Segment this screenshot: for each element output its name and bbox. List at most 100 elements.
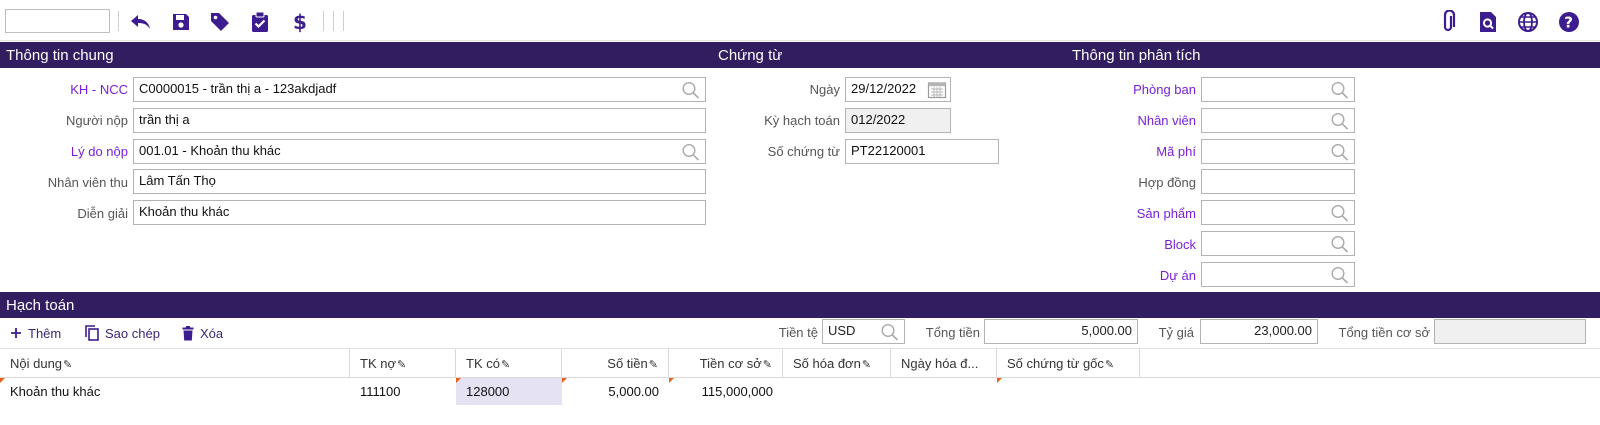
rate-value: 23,000.00 <box>1254 323 1312 338</box>
cell-credit-account[interactable]: 128000 <box>456 378 562 405</box>
search-icon[interactable] <box>681 143 701 161</box>
payer-label: Người nộp <box>65 113 128 128</box>
product-field[interactable] <box>1201 200 1355 225</box>
product-label[interactable]: Sản phẩm <box>1100 206 1196 221</box>
payer-value: trần thị a <box>139 112 190 127</box>
employee-field[interactable] <box>1201 108 1355 133</box>
customer-field[interactable]: C0000015 - trần thị a - 123akdjadf <box>133 77 706 102</box>
collector-field[interactable]: Lâm Tấn Thọ <box>133 169 706 194</box>
column-header-label: Nội dung <box>10 356 63 371</box>
search-icon[interactable] <box>1330 235 1350 253</box>
copy-button[interactable]: Sao chép <box>85 322 160 344</box>
calendar-icon[interactable] <box>927 80 947 99</box>
date-label: Ngày <box>809 82 840 97</box>
description-field[interactable]: Khoản thu khác <box>133 200 706 225</box>
search-icon[interactable] <box>681 81 701 99</box>
edit-icon: ✎ <box>1104 359 1115 371</box>
tag-icon[interactable] <box>207 9 233 35</box>
cell-amount[interactable]: 5,000.00 <box>562 378 669 405</box>
column-header[interactable]: TK có✎ <box>456 349 562 378</box>
section-title-general: Thông tin chung <box>6 47 114 64</box>
dollar-icon[interactable]: $ <box>286 9 312 35</box>
employee-label[interactable]: Nhân viên <box>1100 113 1196 128</box>
rate-field[interactable]: 23,000.00 <box>1200 319 1318 344</box>
cell-invoice-number[interactable] <box>783 378 891 405</box>
accounting-section-bar: Hạch toán <box>0 292 1600 318</box>
voucher-number-field[interactable]: PT22120001 <box>845 139 999 164</box>
date-field[interactable]: 29/12/2022 <box>845 77 951 102</box>
cell-value: 111100 <box>360 384 401 399</box>
total-value: 5,000.00 <box>1081 323 1132 338</box>
column-header[interactable]: Nội dung✎ <box>0 349 350 378</box>
base-total-field <box>1434 319 1586 344</box>
block-label[interactable]: Block <box>1100 237 1196 252</box>
cell-source-document[interactable] <box>997 378 1140 405</box>
cell-base-amount[interactable]: 115,000,000 <box>669 378 783 405</box>
contract-label: Hợp đồng <box>1138 175 1196 190</box>
required-marker <box>997 378 1002 383</box>
description-value: Khoản thu khác <box>139 204 230 219</box>
fee-code-label[interactable]: Mã phí <box>1100 144 1196 159</box>
required-marker <box>456 378 461 383</box>
department-field[interactable] <box>1201 77 1355 102</box>
search-icon[interactable] <box>880 323 900 341</box>
column-header-label: Số chứng từ gốc <box>1007 356 1104 371</box>
fee-code-field[interactable] <box>1201 139 1355 164</box>
column-header[interactable]: Số chứng từ gốc✎ <box>997 349 1140 378</box>
column-header[interactable]: Số tiền✎ <box>562 349 669 378</box>
reason-label[interactable]: Lý do nộp <box>40 144 128 159</box>
project-label[interactable]: Dự án <box>1100 268 1196 283</box>
project-field[interactable] <box>1201 262 1355 287</box>
add-button[interactable]: Thêm <box>10 322 61 344</box>
reason-value: 001.01 - Khoản thu khác <box>139 143 281 158</box>
period-label: Kỳ hạch toán <box>764 113 840 128</box>
collector-label: Nhân viên thu <box>47 175 128 190</box>
delete-button[interactable]: Xóa <box>182 322 223 344</box>
payer-field[interactable]: trần thị a <box>133 108 706 133</box>
column-header[interactable]: Ngày hóa đ... <box>891 349 997 378</box>
cell-debit-account[interactable]: 111100 <box>350 378 456 405</box>
help-icon[interactable]: ? <box>1556 9 1582 35</box>
search-icon[interactable] <box>1330 266 1350 284</box>
voucher-number-label: Số chứng từ <box>767 144 840 159</box>
edit-icon: ✎ <box>648 359 658 371</box>
column-header[interactable]: Tiền cơ sở✎ <box>669 349 783 378</box>
table-row[interactable]: Khoản thu khác 111100 128000 5,000.00 11… <box>0 378 1140 405</box>
clipboard-check-icon[interactable] <box>247 9 273 35</box>
contract-field[interactable] <box>1201 169 1355 194</box>
column-header-label: Số tiền <box>607 356 648 371</box>
add-button-label: Thêm <box>28 325 62 341</box>
delete-button-label: Xóa <box>200 325 224 341</box>
period-field: 012/2022 <box>845 108 951 133</box>
search-icon[interactable] <box>1330 112 1350 130</box>
collector-value: Lâm Tấn Thọ <box>139 173 216 188</box>
column-header-label: Tiền cơ sở <box>699 356 762 371</box>
date-value: 29/12/2022 <box>851 81 917 96</box>
copy-icon <box>85 325 99 341</box>
column-header-label: TK có <box>466 356 500 371</box>
edit-icon: ✎ <box>63 359 73 371</box>
reason-field[interactable]: 001.01 - Khoản thu khác <box>133 139 706 164</box>
save-icon[interactable] <box>168 9 194 35</box>
customer-label[interactable]: KH - NCC <box>40 82 128 97</box>
column-header[interactable]: TK nợ✎ <box>350 349 456 378</box>
edit-icon: ✎ <box>861 359 872 371</box>
currency-field[interactable]: USD <box>822 319 905 344</box>
search-icon[interactable] <box>1330 81 1350 99</box>
column-header[interactable]: Số hóa đơn✎ <box>783 349 891 378</box>
toolbar-search-input[interactable] <box>5 9 110 33</box>
document-search-icon[interactable] <box>1475 9 1501 35</box>
customer-value: C0000015 - trần thị a - 123akdjadf <box>139 81 337 96</box>
section-title-voucher: Chứng từ <box>718 47 783 64</box>
undo-icon[interactable] <box>128 9 154 35</box>
globe-icon[interactable] <box>1515 9 1541 35</box>
block-field[interactable] <box>1201 231 1355 256</box>
search-icon[interactable] <box>1330 143 1350 161</box>
department-label[interactable]: Phòng ban <box>1100 82 1196 97</box>
cell-invoice-date[interactable] <box>891 378 997 405</box>
search-icon[interactable] <box>1330 204 1350 222</box>
paperclip-icon[interactable] <box>1435 9 1461 35</box>
column-header-label: Ngày hóa đ... <box>901 356 979 371</box>
cell-content[interactable]: Khoản thu khác <box>0 378 350 405</box>
required-marker <box>0 378 5 383</box>
